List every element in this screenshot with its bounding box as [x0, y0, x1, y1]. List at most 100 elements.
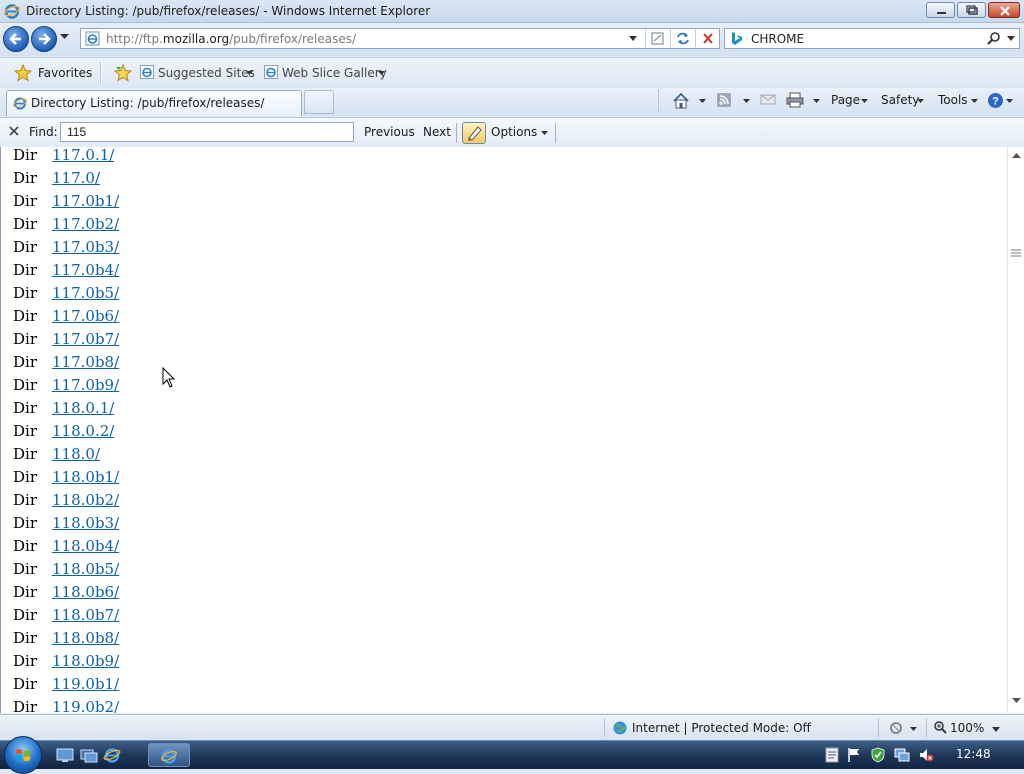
find-input[interactable]: [60, 122, 354, 142]
directory-link[interactable]: 117.0b4/: [52, 261, 119, 279]
directory-link[interactable]: 118.0.1/: [52, 399, 114, 417]
command-bar-divider: [658, 90, 661, 112]
directory-link[interactable]: 117.0/: [52, 169, 100, 187]
action-center-flag-icon[interactable]: [846, 747, 862, 763]
page-menu[interactable]: Page: [831, 92, 873, 110]
directory-link[interactable]: 118.0b4/: [52, 537, 119, 555]
vertical-scrollbar[interactable]: [1007, 147, 1024, 713]
directory-link[interactable]: 118.0b1/: [52, 468, 119, 486]
minimize-button[interactable]: [926, 2, 955, 18]
directory-link[interactable]: 118.0b5/: [52, 560, 119, 578]
read-mail-button[interactable]: [760, 92, 776, 110]
system-clock[interactable]: 12:48: [956, 747, 991, 761]
back-arrow-icon: [9, 33, 21, 45]
entry-type: Dir: [13, 560, 37, 578]
directory-link[interactable]: 118.0b3/: [52, 514, 119, 532]
favorites-divider: [100, 62, 102, 84]
address-dropdown-icon[interactable]: [629, 36, 637, 41]
directory-link[interactable]: 118.0b6/: [52, 583, 119, 601]
tools-menu-label: Tools: [938, 93, 968, 107]
directory-link[interactable]: 117.0b5/: [52, 284, 119, 302]
chevron-down-icon[interactable]: [743, 99, 750, 104]
entry-type: Dir: [13, 330, 37, 348]
find-divider: [456, 123, 457, 143]
compatibility-view-button[interactable]: [645, 29, 670, 48]
tab-directory-listing[interactable]: Directory Listing: /pub/firefox/releases…: [6, 90, 302, 116]
list-item: Dir 118.0b4/: [1, 534, 1001, 557]
tools-menu[interactable]: Tools: [938, 92, 980, 110]
find-next-button[interactable]: Next: [423, 125, 451, 139]
switch-windows-icon[interactable]: [80, 747, 98, 763]
tab-label: Directory Listing: /pub/firefox/releases…: [31, 96, 265, 110]
status-options-button[interactable]: [888, 721, 917, 738]
directory-link[interactable]: 117.0b2/: [52, 215, 119, 233]
security-shield-icon[interactable]: [870, 747, 886, 763]
search-icon[interactable]: [987, 32, 1001, 46]
title-bar: Directory Listing: /pub/firefox/releases…: [0, 0, 1024, 23]
search-dropdown-icon[interactable]: [1007, 36, 1015, 41]
directory-link[interactable]: 119.0b2/: [52, 698, 119, 713]
entry-type: Dir: [13, 215, 37, 233]
start-button[interactable]: [4, 736, 42, 774]
favorites-bar: Favorites Suggested Sites Web Slice Gall…: [0, 57, 1024, 88]
address-bar[interactable]: http://ftp.mozilla.org/pub/firefox/relea…: [80, 28, 720, 49]
add-to-favorites-bar-icon[interactable]: [114, 64, 132, 82]
directory-link[interactable]: 117.0.1/: [52, 147, 114, 164]
help-menu[interactable]: ?: [987, 92, 1017, 110]
directory-link[interactable]: 117.0b9/: [52, 376, 119, 394]
ie-logo-icon: [4, 4, 20, 19]
entry-type: Dir: [13, 583, 37, 601]
list-item: Dir 117.0b2/: [1, 212, 1001, 235]
find-options-menu[interactable]: Options: [491, 125, 551, 139]
directory-link[interactable]: 117.0b7/: [52, 330, 119, 348]
forward-button[interactable]: [31, 26, 57, 52]
search-box[interactable]: CHROME: [724, 28, 1020, 49]
scroll-down-arrow-icon[interactable]: [1012, 698, 1021, 704]
chevron-down-icon: [541, 131, 548, 135]
show-desktop-icon[interactable]: [56, 747, 74, 763]
favorites-item-suggested-sites[interactable]: Suggested Sites: [140, 64, 260, 82]
internet-explorer-quicklaunch-icon[interactable]: [103, 747, 121, 763]
maximize-button[interactable]: [957, 2, 986, 18]
directory-link[interactable]: 118.0b7/: [52, 606, 119, 624]
security-zone-text[interactable]: Internet | Protected Mode: Off: [632, 721, 811, 735]
safety-menu[interactable]: Safety: [881, 92, 929, 110]
page-favicon-icon: [85, 31, 100, 46]
ie-page-icon: [264, 65, 278, 79]
tray-document-icon[interactable]: [824, 747, 840, 763]
chevron-down-icon[interactable]: [813, 99, 820, 104]
recent-pages-dropdown-icon[interactable]: [60, 34, 69, 40]
url-text[interactable]: http://ftp.mozilla.org/pub/firefox/relea…: [106, 32, 356, 46]
stop-button[interactable]: [695, 29, 720, 48]
scroll-up-arrow-icon[interactable]: [1012, 153, 1021, 159]
find-previous-button[interactable]: Previous: [364, 125, 415, 139]
directory-link[interactable]: 118.0b9/: [52, 652, 119, 670]
directory-link[interactable]: 118.0b8/: [52, 629, 119, 647]
close-button[interactable]: [988, 2, 1020, 18]
scrollbar-thumb-grip[interactable]: [1010, 249, 1022, 257]
taskbar-internet-explorer-button[interactable]: [148, 743, 190, 767]
print-button[interactable]: [786, 92, 822, 110]
directory-link[interactable]: 117.0b3/: [52, 238, 119, 256]
list-item: Dir 119.0b1/: [1, 672, 1001, 695]
network-icon[interactable]: [894, 747, 910, 763]
back-button[interactable]: [3, 26, 29, 52]
status-divider: [604, 718, 605, 737]
directory-link[interactable]: 118.0/: [52, 445, 100, 463]
new-tab-button[interactable]: [304, 90, 334, 114]
refresh-button[interactable]: [670, 29, 695, 48]
directory-link[interactable]: 117.0b1/: [52, 192, 119, 210]
directory-link[interactable]: 117.0b6/: [52, 307, 119, 325]
favorites-star-icon: [14, 64, 32, 82]
directory-link[interactable]: 117.0b8/: [52, 353, 119, 371]
directory-link[interactable]: 119.0b1/: [52, 675, 119, 693]
directory-link[interactable]: 118.0.2/: [52, 422, 114, 440]
volume-muted-icon[interactable]: [918, 747, 934, 763]
home-button[interactable]: [672, 92, 708, 110]
directory-link[interactable]: 118.0b2/: [52, 491, 119, 509]
feeds-button[interactable]: [716, 92, 752, 110]
favorites-item-web-slice-gallery[interactable]: Web Slice Gallery: [264, 64, 394, 82]
highlight-matches-button[interactable]: [462, 122, 486, 144]
close-find-bar-icon[interactable]: [9, 126, 19, 136]
chevron-down-icon[interactable]: [699, 99, 706, 104]
